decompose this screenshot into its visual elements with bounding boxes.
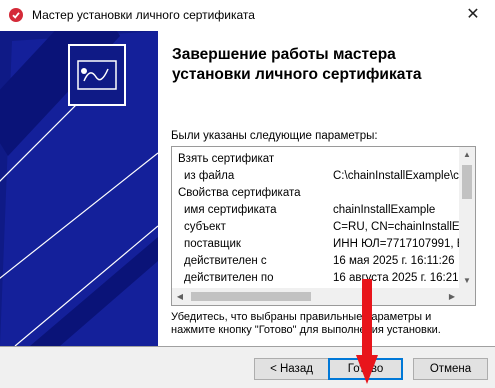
parameters-list: Взять сертификат из файла C:\chainInstallE… xyxy=(172,151,461,287)
horizontal-scroll-thumb[interactable] xyxy=(191,292,311,301)
scroll-left-icon[interactable]: ◀ xyxy=(172,288,188,305)
vertical-scrollbar[interactable]: ▲ ▼ xyxy=(459,147,475,289)
param-value: 16 мая 2025 г. 16:11:26 xyxy=(333,255,455,267)
param-row: имя сертификата chainInstallExample xyxy=(172,202,461,219)
param-label: действителен с xyxy=(184,255,267,267)
certificate-app-icon xyxy=(9,8,23,22)
param-row: Взять сертификат xyxy=(172,151,461,168)
scroll-corner xyxy=(459,288,475,305)
param-label: действителен по xyxy=(184,272,274,284)
param-row: Свойства сертификата xyxy=(172,185,461,202)
param-row: из файла C:\chainInstallExample\ce xyxy=(172,168,461,185)
param-row: поставщик ИНН ЮЛ=7717107991, E xyxy=(172,236,461,253)
param-row: действителен с 16 мая 2025 г. 16:11:26 xyxy=(172,253,461,270)
page-title: Завершение работы мастера установки личн… xyxy=(172,46,422,83)
horizontal-scrollbar[interactable]: ◀ ▶ xyxy=(172,288,460,305)
wizard-banner xyxy=(0,31,158,346)
param-label: Взять сертификат xyxy=(178,153,275,165)
banner-graphic xyxy=(0,31,158,346)
certificate-icon xyxy=(68,44,126,106)
param-value: C=RU, CN=chainInstallExample xyxy=(333,221,461,233)
param-row: субъект C=RU, CN=chainInstallExample xyxy=(172,219,461,236)
confirmation-note: Убедитесь, что выбраны правильные параме… xyxy=(171,311,441,336)
parameters-listbox[interactable]: Взять сертификат из файла C:\chainInstallE… xyxy=(171,146,476,306)
window-title: Мастер установки личного сертификата xyxy=(32,8,255,22)
param-value: 16 августа 2025 г. 16:21: xyxy=(333,272,461,284)
cancel-button[interactable]: Отмена xyxy=(413,358,488,380)
scroll-down-icon[interactable]: ▼ xyxy=(459,273,475,289)
button-bar: < Назад Готово Отмена xyxy=(0,347,495,388)
param-label: Свойства сертификата xyxy=(178,187,301,199)
param-value: chainInstallExample xyxy=(333,204,436,216)
scroll-up-icon[interactable]: ▲ xyxy=(459,147,475,163)
close-button[interactable]: ✕ xyxy=(462,4,484,26)
wizard-content: Завершение работы мастера установки личн… xyxy=(158,31,495,346)
param-value: C:\chainInstallExample\ce xyxy=(333,170,461,182)
scroll-right-icon[interactable]: ▶ xyxy=(444,288,460,305)
param-label: из файла xyxy=(184,170,235,182)
red-arrow-annotation-icon xyxy=(356,279,378,384)
back-button[interactable]: < Назад xyxy=(254,358,329,380)
param-row: действителен по 16 августа 2025 г. 16:21: xyxy=(172,270,461,287)
param-value: ИНН ЮЛ=7717107991, E xyxy=(333,238,461,250)
param-label: субъект xyxy=(184,221,226,233)
params-intro: Были указаны следующие параметры: xyxy=(171,130,378,142)
param-label: поставщик xyxy=(184,238,241,250)
param-label: имя сертификата xyxy=(184,204,277,216)
vertical-scroll-thumb[interactable] xyxy=(462,165,472,199)
title-bar: Мастер установки личного сертификата ✕ xyxy=(0,0,495,31)
